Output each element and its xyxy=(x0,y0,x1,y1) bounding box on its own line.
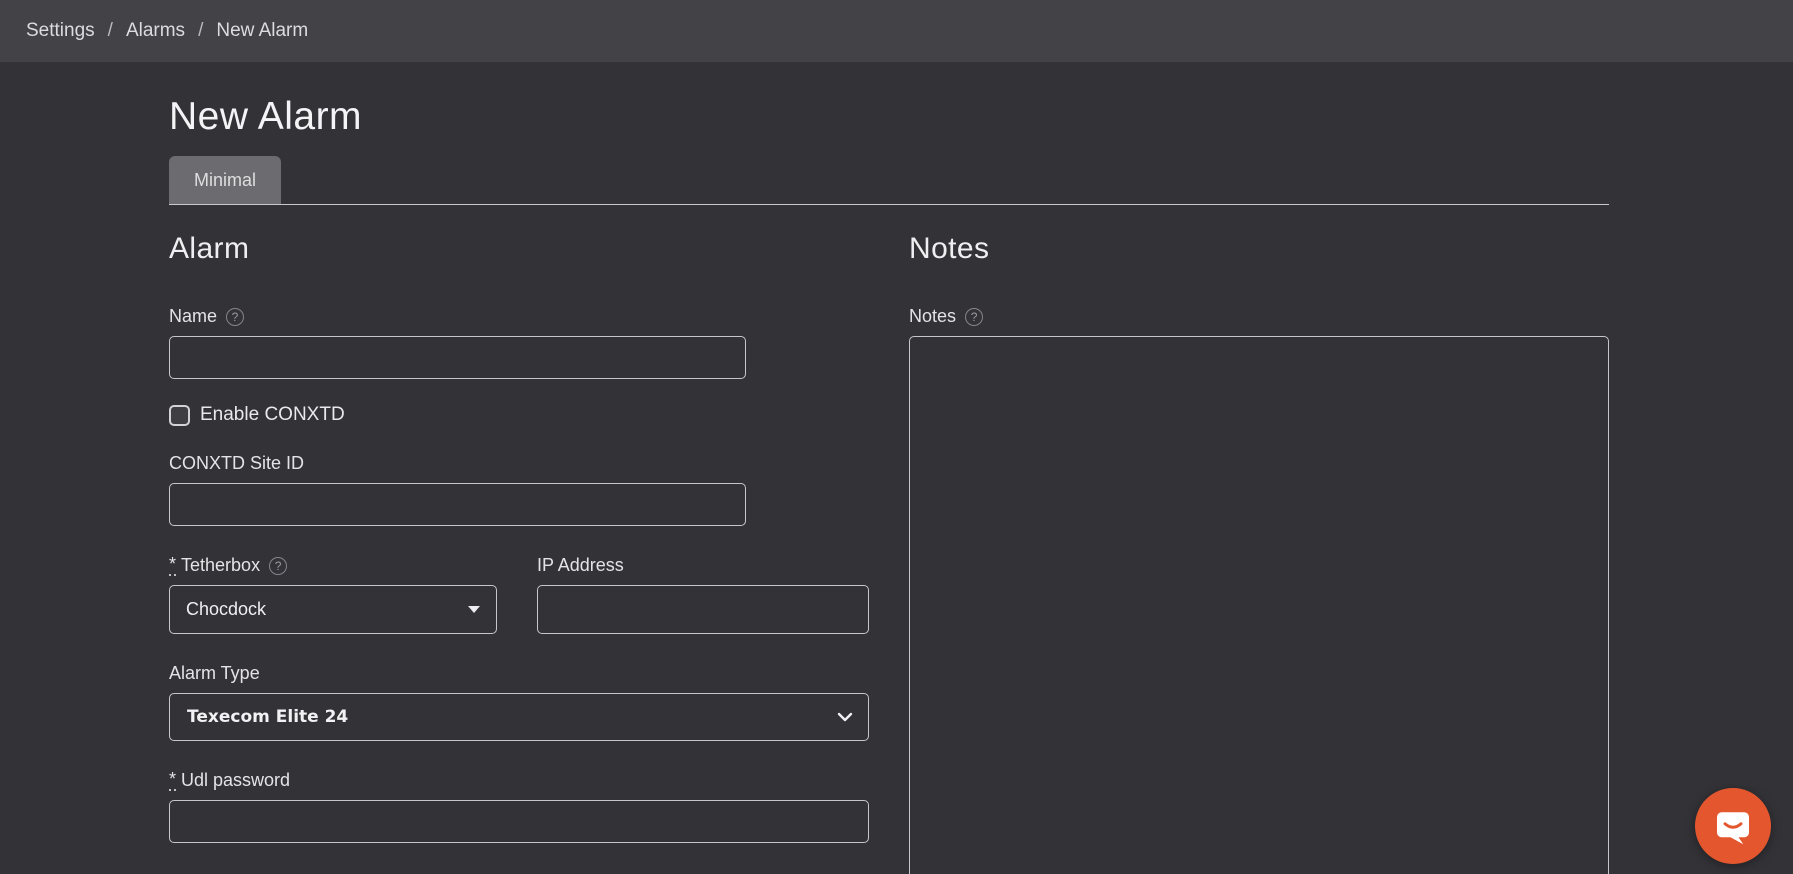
alarm-type-label: Alarm Type xyxy=(169,663,869,684)
help-icon[interactable]: ? xyxy=(965,308,983,326)
notes-label: Notes ? xyxy=(909,306,1609,327)
chat-launcher-button[interactable] xyxy=(1695,788,1771,864)
udl-password-field-group: * Udl password xyxy=(169,770,869,843)
udl-password-label: * Udl password xyxy=(169,770,869,791)
breadcrumb-item-new-alarm: New Alarm xyxy=(216,20,308,42)
breadcrumb-item-alarms[interactable]: Alarms xyxy=(126,20,185,42)
breadcrumb: Settings / Alarms / New Alarm xyxy=(0,0,1793,62)
main-content: New Alarm Minimal Alarm Name ? Enable CO… xyxy=(0,95,1793,874)
notes-label-text: Notes xyxy=(909,306,956,327)
conxtd-site-id-label-text: CONXTD Site ID xyxy=(169,453,304,474)
name-field-group: Name ? xyxy=(169,306,869,379)
conxtd-site-id-field-group: CONXTD Site ID xyxy=(169,453,869,526)
alarm-section: Alarm Name ? Enable CONXTD CONXTD Site I… xyxy=(169,232,869,874)
udl-password-input[interactable] xyxy=(169,800,869,843)
breadcrumb-item-settings[interactable]: Settings xyxy=(26,20,95,42)
alarm-section-heading: Alarm xyxy=(169,232,869,266)
name-label: Name ? xyxy=(169,306,869,327)
ip-address-input[interactable] xyxy=(537,585,869,634)
tetherbox-field-group: * Tetherbox ? Chocdock xyxy=(169,555,497,634)
help-icon[interactable]: ? xyxy=(269,557,287,575)
ip-address-field-group: IP Address xyxy=(537,555,869,634)
conxtd-site-id-label: CONXTD Site ID xyxy=(169,453,869,474)
tab-minimal[interactable]: Minimal xyxy=(169,156,281,204)
tetherbox-selected-value: Chocdock xyxy=(186,599,266,620)
notes-section: Notes Notes ? xyxy=(909,232,1609,874)
enable-conxtd-checkbox[interactable] xyxy=(169,405,190,426)
required-marker: * xyxy=(169,555,176,576)
chevron-down-icon xyxy=(837,712,853,722)
notes-section-heading: Notes xyxy=(909,232,1609,266)
alarm-type-label-text: Alarm Type xyxy=(169,663,260,684)
tabs-bar: Minimal xyxy=(169,156,1609,205)
page-title: New Alarm xyxy=(169,95,1773,139)
notes-field-group: Notes ? xyxy=(909,306,1609,874)
caret-down-icon xyxy=(468,606,480,613)
enable-conxtd-row: Enable CONXTD xyxy=(169,404,869,426)
chat-bubble-icon xyxy=(1713,806,1753,846)
name-input[interactable] xyxy=(169,336,746,379)
required-marker: * xyxy=(169,770,176,791)
alarm-type-field-group: Alarm Type Texecom Elite 24 xyxy=(169,663,869,741)
tetherbox-label: * Tetherbox ? xyxy=(169,555,497,576)
ip-address-label: IP Address xyxy=(537,555,869,576)
alarm-type-selected-value: Texecom Elite 24 xyxy=(187,707,348,727)
udl-password-label-text: Udl password xyxy=(181,770,290,791)
enable-conxtd-label[interactable]: Enable CONXTD xyxy=(200,404,345,426)
breadcrumb-separator: / xyxy=(198,20,203,42)
tetherbox-select[interactable]: Chocdock xyxy=(169,585,497,634)
breadcrumb-separator: / xyxy=(108,20,113,42)
name-label-text: Name xyxy=(169,306,217,327)
notes-textarea[interactable] xyxy=(909,336,1609,874)
conxtd-site-id-input[interactable] xyxy=(169,483,746,526)
help-icon[interactable]: ? xyxy=(226,308,244,326)
alarm-type-select[interactable]: Texecom Elite 24 xyxy=(169,693,869,741)
ip-address-label-text: IP Address xyxy=(537,555,624,576)
tetherbox-label-text: Tetherbox xyxy=(181,555,260,576)
